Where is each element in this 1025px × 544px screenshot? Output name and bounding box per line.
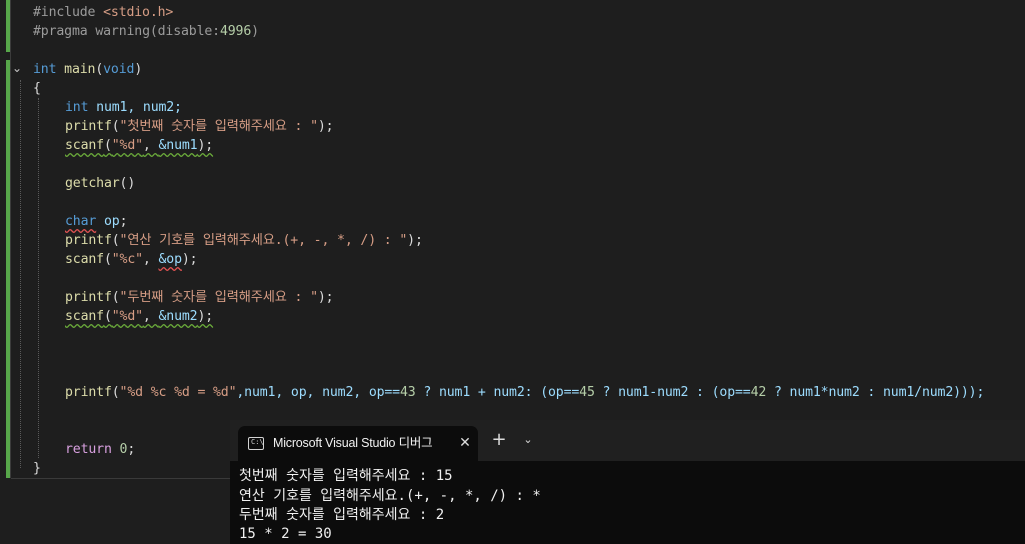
string-literal: "%d": [111, 138, 143, 153]
string-literal: "두번째 숫자를 입력해주세요 : ": [119, 290, 318, 305]
punctuation: ): [134, 62, 143, 77]
code-line-6: int num1, num2;: [65, 98, 182, 117]
expression: ? num1*num2 : num1/num2)));: [766, 385, 985, 400]
function-name: printf: [65, 233, 112, 248]
punctuation: ,: [142, 138, 159, 153]
function-name: getchar: [65, 176, 120, 191]
preprocessor-directive: #pragma: [33, 24, 96, 39]
console-output-line: 연산 기호를 입력해주세요.(+, -, *, /) : *: [239, 488, 541, 504]
debug-console-window[interactable]: C:\ Microsoft Visual Studio 디버그 ✕ + ⌄ 첫번…: [230, 420, 1025, 544]
keyword: int: [65, 100, 89, 115]
expression: ? num1 + num2: (op==: [415, 385, 580, 400]
open-brace: {: [33, 81, 41, 96]
expression: ,num1, op, num2, op==: [236, 385, 400, 400]
code-line-21: printf("%d %c %d = %d",num1, op, num2, o…: [65, 383, 984, 402]
collapse-chevron-icon[interactable]: ⌄: [12, 62, 24, 74]
chevron-down-icon[interactable]: ⌄: [520, 431, 536, 449]
punctuation: ,: [142, 252, 159, 267]
new-tab-button[interactable]: +: [490, 431, 508, 449]
code-line-5: {: [33, 79, 41, 98]
indent-guide: [20, 80, 21, 468]
code-line-14: scanf("%c", &op);: [65, 250, 198, 269]
punctuation: (: [103, 138, 112, 153]
keyword: char: [65, 214, 97, 229]
expression: ? num1-num2 : (op==: [594, 385, 751, 400]
console-output-line: 첫번째 숫자를 입력해주세요 : 15: [239, 468, 453, 484]
keyword: int: [33, 62, 57, 77]
punctuation: (: [111, 119, 120, 134]
punctuation: ;: [127, 442, 136, 457]
punctuation: );: [197, 309, 214, 324]
code-line-16: printf("두번째 숫자를 입력해주세요 : ");: [65, 288, 334, 307]
function-name: scanf: [65, 252, 104, 267]
punctuation: ,: [142, 309, 159, 324]
terminal-tab-bar: C:\ Microsoft Visual Studio 디버그 ✕ + ⌄: [230, 420, 1025, 461]
terminal-tab[interactable]: C:\ Microsoft Visual Studio 디버그 ✕: [238, 426, 478, 461]
close-brace: }: [33, 461, 41, 476]
code-line-13: printf("연산 기호를 입력해주세요.(+, -, *, /) : ");: [65, 231, 423, 250]
punctuation: (): [119, 176, 136, 191]
keyword: void: [103, 62, 135, 77]
close-tab-icon[interactable]: ✕: [458, 434, 472, 452]
function-name: printf: [65, 119, 112, 134]
punctuation: );: [317, 290, 334, 305]
code-line-17: scanf("%d", &num2);: [65, 307, 213, 326]
function-name: scanf: [65, 138, 104, 153]
editor-rule: [11, 478, 231, 479]
punctuation: );: [317, 119, 334, 134]
punctuation: (: [111, 290, 120, 305]
punctuation: (: [111, 233, 120, 248]
function-name: printf: [65, 290, 112, 305]
punctuation: (: [103, 309, 112, 324]
punctuation: );: [407, 233, 423, 248]
function-name: printf: [65, 385, 112, 400]
console-output-line: 15 * 2 = 30: [239, 526, 332, 542]
code-line-7: printf("첫번째 숫자를 입력해주세요 : ");: [65, 117, 334, 136]
code-line-10: getchar(): [65, 174, 135, 193]
code-line-2: #pragma warning(disable:4996): [33, 22, 259, 41]
number-literal: 43: [399, 385, 416, 400]
punctuation: (: [95, 62, 104, 77]
address-arg: &num1: [158, 138, 198, 153]
declaration: num1, num2;: [88, 100, 182, 115]
code-line-1: #include <stdio.h>: [33, 3, 173, 22]
terminal-tab-title: Microsoft Visual Studio 디버그: [273, 436, 433, 450]
number-literal: 4996: [219, 24, 252, 39]
number-literal: 45: [579, 385, 595, 400]
address-arg: &num2: [158, 309, 198, 324]
code-line-8: scanf("%d", &num1);: [65, 136, 213, 155]
code-line-25: }: [33, 459, 41, 478]
string-literal: "%d %c %d = %d": [119, 385, 237, 400]
code-line-24: return 0;: [65, 440, 135, 459]
string-literal: "연산 기호를 입력해주세요.(+, -, *, /) : ": [119, 233, 408, 248]
punctuation: );: [197, 138, 214, 153]
punctuation: ;: [119, 214, 128, 229]
punctuation: );: [181, 252, 198, 267]
code-line-12: char op;: [65, 212, 128, 231]
number-literal: 42: [750, 385, 767, 400]
include-path: <stdio.h>: [103, 5, 174, 20]
string-literal: "%c": [111, 252, 143, 267]
punctuation: ): [251, 24, 259, 39]
function-name: scanf: [65, 309, 104, 324]
string-literal: "첫번째 숫자를 입력해주세요 : ": [119, 119, 318, 134]
keyword-return: return: [65, 442, 112, 457]
function-name: main: [64, 62, 96, 77]
terminal-icon: C:\: [248, 437, 264, 450]
pragma-body: warning(disable:: [95, 24, 220, 39]
punctuation: (: [111, 385, 120, 400]
preprocessor-directive: #include: [33, 5, 104, 20]
address-arg: &op: [158, 252, 183, 267]
string-literal: "%d": [111, 309, 143, 324]
code-line-4: int main(void): [33, 60, 142, 79]
gutter-divider: [10, 0, 11, 478]
punctuation: (: [103, 252, 112, 267]
indent-guide: [38, 98, 39, 458]
variable: op: [103, 214, 120, 229]
console-output-line: 두번째 숫자를 입력해주세요 : 2: [239, 507, 445, 523]
